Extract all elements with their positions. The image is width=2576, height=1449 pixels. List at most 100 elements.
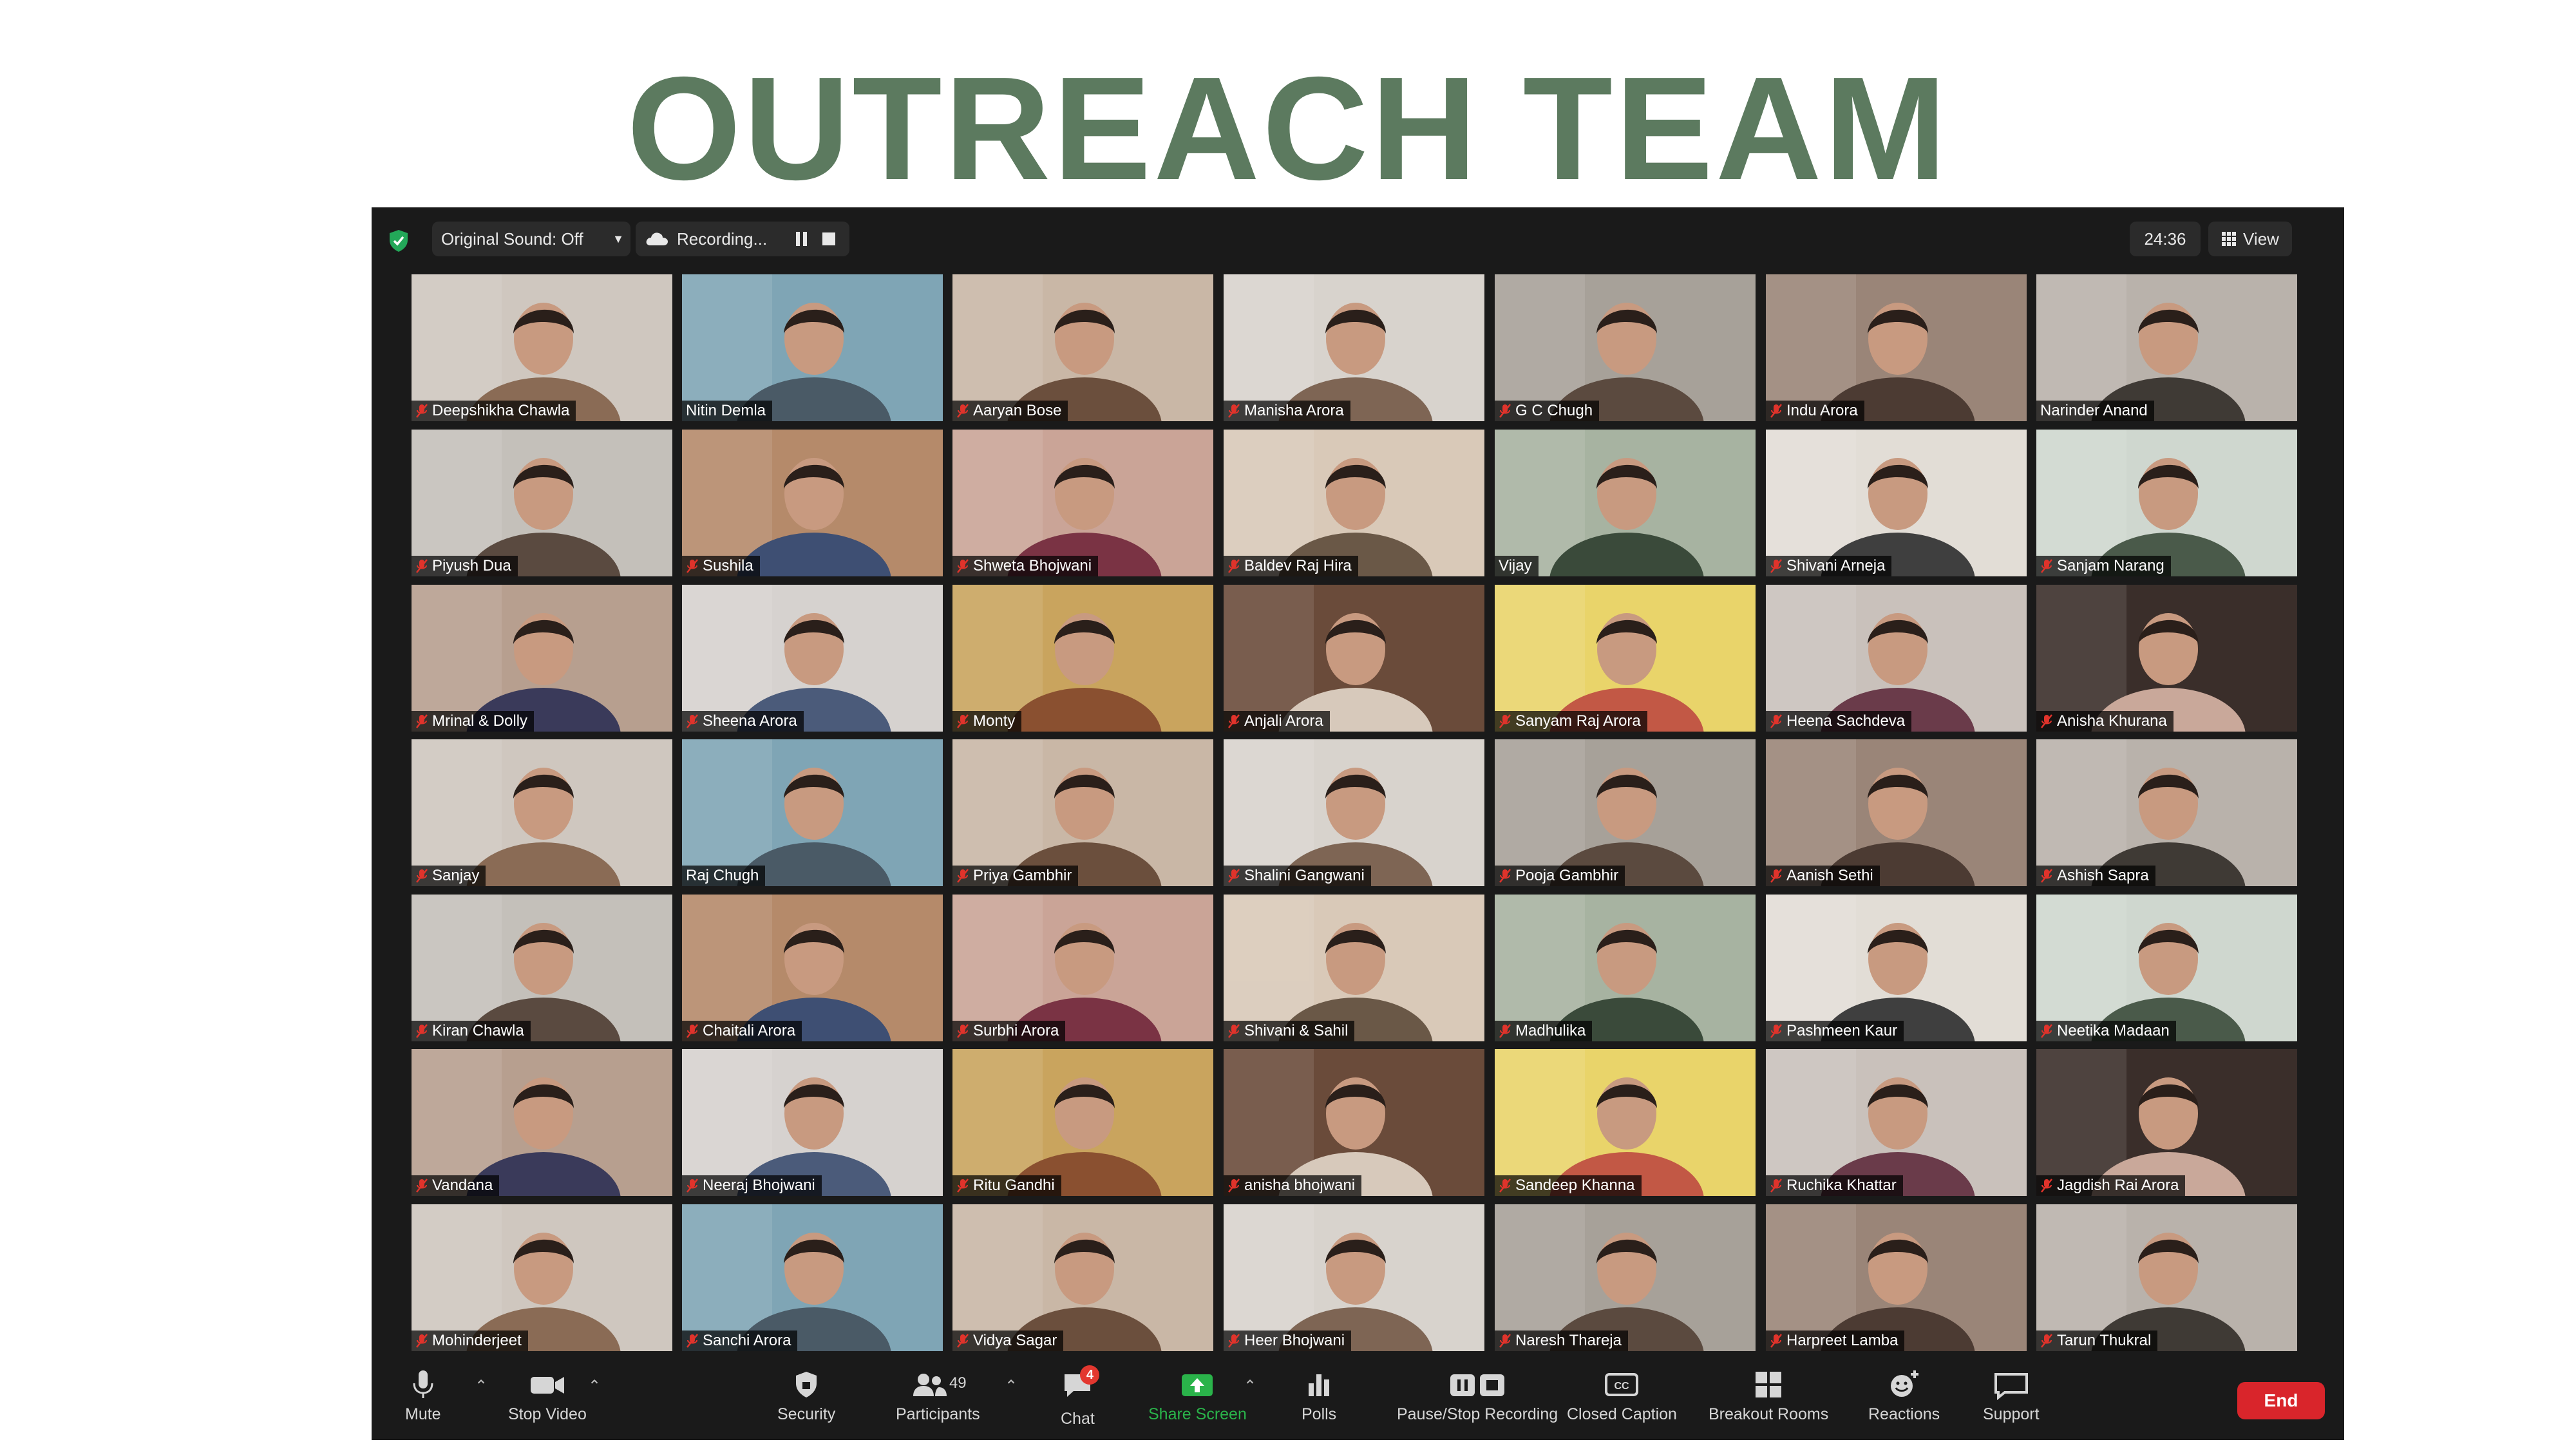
participant-video-tile[interactable]: Madhulika [1495, 895, 1756, 1041]
participant-video-tile[interactable]: Vidya Sagar [952, 1204, 1213, 1351]
participant-video-feed [2036, 1049, 2297, 1196]
participant-video-tile[interactable]: Naresh Thareja [1495, 1204, 1756, 1351]
participant-video-tile[interactable]: Shalini Gangwani [1224, 739, 1484, 886]
participant-video-feed [412, 895, 672, 1041]
participant-video-tile[interactable]: Aanish Sethi [1766, 739, 2027, 886]
muted-microphone-icon [687, 1334, 698, 1348]
participant-video-tile[interactable]: Sandeep Khanna [1495, 1049, 1756, 1196]
participant-video-tile[interactable]: Narinder Anand [2036, 274, 2297, 421]
audio-options-caret-icon[interactable]: ⌃ [475, 1377, 488, 1396]
participant-video-feed [682, 895, 943, 1041]
participant-video-tile[interactable]: G C Chugh [1495, 274, 1756, 421]
participant-video-feed [952, 274, 1213, 421]
participant-video-tile[interactable]: Piyush Dua [412, 430, 672, 576]
stop-video-button[interactable]: Stop Video [508, 1369, 587, 1434]
reactions-button[interactable]: Reactions [1868, 1369, 1940, 1434]
participant-video-tile[interactable]: Jagdish Rai Arora [2036, 1049, 2297, 1196]
video-options-caret-icon[interactable]: ⌃ [588, 1377, 601, 1396]
pause-stop-icon [1450, 1374, 1505, 1396]
participant-video-tile[interactable]: Monty [952, 585, 1213, 732]
participant-video-tile[interactable]: Sushila [682, 430, 943, 576]
participant-video-tile[interactable]: Surbhi Arora [952, 895, 1213, 1041]
participant-video-tile[interactable]: Chaitali Arora [682, 895, 943, 1041]
participant-video-tile[interactable]: Mohinderjeet [412, 1204, 672, 1351]
participant-video-tile[interactable]: Mrinal & Dolly [412, 585, 672, 732]
support-button[interactable]: Support [1983, 1369, 2040, 1434]
participant-name: Deepshikha Chawla [432, 402, 570, 419]
participant-video-tile[interactable]: Neetika Madaan [2036, 895, 2297, 1041]
participant-video-tile[interactable]: Neeraj Bhojwani [682, 1049, 943, 1196]
participant-video-tile[interactable]: Shivani & Sahil [1224, 895, 1484, 1041]
participant-video-tile[interactable]: Nitin Demla [682, 274, 943, 421]
participant-name-tag: Anjali Arora [1224, 711, 1330, 732]
participant-video-tile[interactable]: Harpreet Lamba [1766, 1204, 2027, 1351]
security-button[interactable]: Security [777, 1369, 835, 1434]
participant-video-feed [1766, 274, 2027, 421]
participant-name-tag: Ruchika Khattar [1766, 1175, 1903, 1196]
video-camera-icon [530, 1377, 564, 1394]
participant-video-tile[interactable]: Pashmeen Kaur [1766, 895, 2027, 1041]
participant-name: Shweta Bhojwani [973, 557, 1092, 574]
participant-video-tile[interactable]: Aaryan Bose [952, 274, 1213, 421]
muted-microphone-icon [957, 1179, 969, 1193]
participant-video-tile[interactable]: anisha bhojwani [1224, 1049, 1484, 1196]
participant-video-tile[interactable]: Deepshikha Chawla [412, 274, 672, 421]
participant-video-feed [412, 1049, 672, 1196]
participant-name: Sanyam Raj Arora [1515, 712, 1641, 730]
participant-name: Sheena Arora [703, 712, 797, 730]
polls-button[interactable]: Polls [1302, 1369, 1336, 1434]
participant-video-tile[interactable]: Sanjay [412, 739, 672, 886]
muted-microphone-icon [687, 1024, 698, 1038]
chat-button[interactable]: 4 Chat [1061, 1365, 1100, 1434]
participant-video-tile[interactable]: Ritu Gandhi [952, 1049, 1213, 1196]
participants-button[interactable]: 49 Participants [896, 1369, 980, 1434]
participant-video-tile[interactable]: Kiran Chawla [412, 895, 672, 1041]
pause-stop-recording-button[interactable]: Pause/Stop Recording [1397, 1369, 1558, 1434]
share-options-caret-icon[interactable]: ⌃ [1244, 1377, 1256, 1396]
participant-video-feed [1224, 1204, 1484, 1351]
participant-name-tag: Shweta Bhojwani [952, 556, 1099, 576]
participant-video-feed [1766, 1204, 2027, 1351]
participant-video-tile[interactable]: Indu Arora [1766, 274, 2027, 421]
participant-video-feed [1495, 430, 1756, 576]
share-screen-icon [1182, 1374, 1213, 1396]
participant-name-tag: Pashmeen Kaur [1766, 1021, 1904, 1041]
participant-video-tile[interactable]: Sheena Arora [682, 585, 943, 732]
participant-video-tile[interactable]: Anjali Arora [1224, 585, 1484, 732]
participant-video-tile[interactable]: Shivani Arneja [1766, 430, 2027, 576]
participant-video-tile[interactable]: Baldev Raj Hira [1224, 430, 1484, 576]
share-screen-button[interactable]: Share Screen [1148, 1369, 1247, 1434]
participant-video-tile[interactable]: Heer Bhojwani [1224, 1204, 1484, 1351]
participant-video-tile[interactable]: Priya Gambhir [952, 739, 1213, 886]
participant-name-tag: Sanchi Arora [682, 1331, 798, 1351]
participant-name-tag: Pooja Gambhir [1495, 866, 1625, 886]
participant-video-tile[interactable]: Heena Sachdeva [1766, 585, 2027, 732]
participant-video-tile[interactable]: Vijay [1495, 430, 1756, 576]
participant-video-tile[interactable]: Ashish Sapra [2036, 739, 2297, 886]
participant-name-tag: Sanjam Narang [2036, 556, 2171, 576]
meeting-toolbar: Mute ⌃ Stop Video ⌃ Security 49 Particip… [372, 1360, 2344, 1440]
participant-video-tile[interactable]: Sanchi Arora [682, 1204, 943, 1351]
participant-video-tile[interactable]: Shweta Bhojwani [952, 430, 1213, 576]
participant-video-tile[interactable]: Raj Chugh [682, 739, 943, 886]
participant-video-tile[interactable]: Sanyam Raj Arora [1495, 585, 1756, 732]
participant-video-tile[interactable]: Vandana [412, 1049, 672, 1196]
participant-video-feed [1766, 895, 2027, 1041]
participant-video-tile[interactable]: Manisha Arora [1224, 274, 1484, 421]
participant-video-tile[interactable]: Sanjam Narang [2036, 430, 2297, 576]
participant-video-tile[interactable]: Ruchika Khattar [1766, 1049, 2027, 1196]
muted-microphone-icon [1228, 1024, 1240, 1038]
participants-options-caret-icon[interactable]: ⌃ [1005, 1377, 1018, 1396]
end-meeting-button[interactable]: End [2237, 1382, 2325, 1419]
closed-caption-button[interactable]: CC Closed Caption [1567, 1369, 1677, 1434]
muted-microphone-icon [957, 559, 969, 573]
participant-video-tile[interactable]: Tarun Thukral [2036, 1204, 2297, 1351]
participant-name: Raj Chugh [686, 867, 759, 884]
breakout-rooms-button[interactable]: Breakout Rooms [1709, 1369, 1828, 1434]
participant-video-tile[interactable]: Anisha Khurana [2036, 585, 2297, 732]
participant-name: Mrinal & Dolly [432, 712, 528, 730]
participant-name: Shalini Gangwani [1244, 867, 1365, 884]
mute-button[interactable]: Mute [405, 1369, 441, 1434]
muted-microphone-icon [2041, 1024, 2052, 1038]
participant-video-tile[interactable]: Pooja Gambhir [1495, 739, 1756, 886]
